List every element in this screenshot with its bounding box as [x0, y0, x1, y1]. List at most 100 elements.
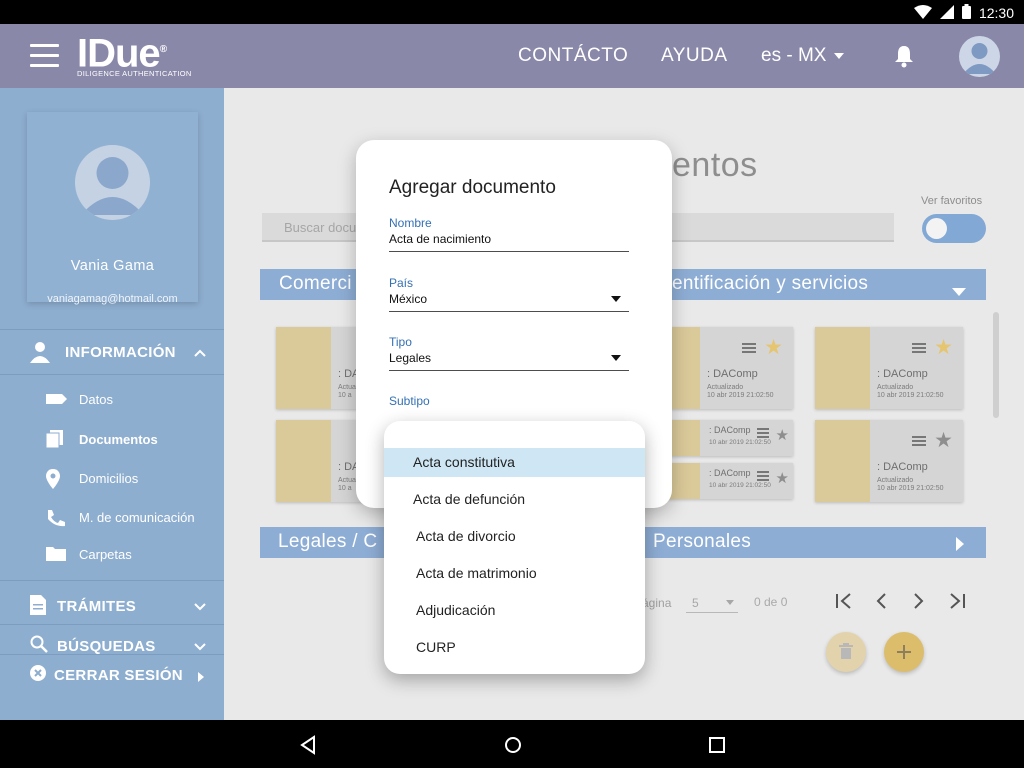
bell-icon[interactable]: [893, 44, 915, 68]
status-bar: 12:30: [0, 0, 1024, 24]
back-icon[interactable]: [298, 734, 320, 756]
first-page-icon[interactable]: [833, 590, 855, 612]
menu-icon[interactable]: [912, 436, 926, 446]
section-label: CERRAR SESIÓN: [54, 667, 183, 684]
dropdown-option[interactable]: Adjudicación: [384, 596, 645, 625]
document-meta: Actualizado 10 abr 2019 21:02:50: [877, 477, 944, 492]
sidebar-item-label: M. de comunicación: [79, 510, 195, 525]
section-label: BÚSQUEDAS: [57, 638, 156, 655]
subtipo-dropdown-menu: Acta constitutiva Acta de defunción Acta…: [384, 421, 645, 674]
nav-contacto[interactable]: CONTÁCTO: [518, 45, 628, 67]
previous-page-icon[interactable]: [871, 590, 893, 612]
section-cerrar-sesion[interactable]: CERRAR SESIÓN: [0, 654, 224, 698]
category-label: entificación y servicios: [672, 273, 869, 294]
menu-icon[interactable]: [30, 44, 60, 68]
battery-icon: [961, 4, 971, 22]
section-label: INFORMACIÓN: [65, 344, 176, 361]
field-label: Subtipo: [389, 394, 430, 408]
menu-icon[interactable]: [757, 428, 769, 438]
android-nav-bar: [0, 720, 1024, 768]
recents-icon[interactable]: [706, 734, 728, 756]
chevron-down-icon: [952, 280, 966, 302]
field-label: Nombre: [389, 216, 432, 230]
dropdown-option[interactable]: Acta constitutiva: [384, 448, 645, 477]
star-icon[interactable]: ★: [934, 337, 953, 358]
chevron-down-icon: [194, 638, 206, 655]
chevron-down-icon: [611, 296, 621, 302]
menu-icon[interactable]: [912, 343, 926, 353]
sidebar-item-comunicacion[interactable]: M. de comunicación: [0, 499, 224, 535]
document-meta: Actualizado 10 abr 2019 21:02:50: [707, 384, 774, 399]
profile-avatar: [75, 145, 150, 220]
document-meta: Actua 10 a: [338, 477, 356, 492]
favorites-toggle[interactable]: [922, 214, 986, 243]
app-screen: 12:30 IDue® DILIGENCE AUTHENTICATION CON…: [0, 0, 1024, 768]
sidebar-item-domicilios[interactable]: Domicilios: [0, 460, 224, 496]
top-app-bar: IDue® DILIGENCE AUTHENTICATION CONTÁCTO …: [0, 24, 1024, 88]
section-tramites[interactable]: TRÁMITES: [0, 584, 224, 628]
chevron-right-icon: [198, 669, 204, 686]
page-title: entos: [672, 146, 758, 184]
scrollbar[interactable]: [993, 312, 999, 418]
field-value[interactable]: Acta de nacimiento: [389, 232, 629, 248]
dropdown-option[interactable]: Acta de divorcio: [384, 522, 645, 551]
field-value: México: [389, 292, 428, 306]
profile-name: Vania Gama: [70, 258, 155, 274]
add-button[interactable]: [884, 632, 924, 672]
toggle-knob: [926, 218, 947, 239]
sidebar-item-label: Carpetas: [79, 547, 132, 562]
nombre-field[interactable]: Nombre Acta de nacimiento: [389, 216, 629, 252]
document-thumbnail: [815, 327, 870, 409]
phone-icon: [46, 508, 66, 527]
star-icon[interactable]: ★: [776, 425, 789, 446]
menu-icon[interactable]: [742, 343, 756, 353]
star-icon[interactable]: ★: [776, 468, 789, 489]
category-label: Comerci: [279, 273, 352, 294]
page-size-value: 5: [692, 596, 699, 610]
menu-icon[interactable]: [757, 471, 769, 481]
section-informacion[interactable]: INFORMACIÓN: [0, 330, 224, 374]
home-icon[interactable]: [502, 734, 524, 756]
dropdown-option[interactable]: Acta de defunción: [384, 485, 645, 514]
document-card[interactable]: ★ : DAComp Actualizado 10 abr 2019 21:02:…: [815, 327, 963, 409]
document-card[interactable]: ★ : DAComp Actualizado 10 abr 2019 21:02:…: [815, 420, 963, 502]
sidebar-item-carpetas[interactable]: Carpetas: [0, 536, 224, 572]
pager-label: ágina: [642, 596, 672, 610]
divider: [0, 374, 224, 375]
star-icon[interactable]: ★: [764, 337, 783, 358]
logo-registered: ®: [159, 44, 167, 55]
nav-ayuda[interactable]: AYUDA: [661, 45, 728, 67]
document-meta: 10 abr 2019 21:02:50: [709, 482, 771, 489]
sidebar-item-documentos[interactable]: Documentos: [0, 421, 224, 457]
person-icon: [30, 341, 50, 367]
dropdown-option[interactable]: CURP: [384, 633, 645, 662]
tipo-select[interactable]: Tipo Legales: [389, 335, 629, 371]
pais-select[interactable]: País México: [389, 276, 629, 312]
divider: [0, 580, 224, 581]
category-label: Personales: [653, 531, 752, 552]
search-placeholder: Buscar docu: [284, 220, 357, 235]
document-title: : DAComp: [707, 368, 758, 380]
star-icon[interactable]: ★: [934, 430, 953, 451]
sidebar-item-datos[interactable]: Datos: [0, 381, 224, 417]
document-thumbnail: [276, 420, 331, 502]
app-logo: IDue® DILIGENCE AUTHENTICATION: [77, 32, 192, 78]
document-meta: Actua 10 a: [338, 384, 356, 399]
language-selector[interactable]: es - MX: [761, 45, 845, 67]
document-meta: Actualizado 10 abr 2019 21:02:50: [877, 384, 944, 399]
user-avatar[interactable]: [959, 36, 1000, 77]
field-underline: [389, 311, 629, 312]
chevron-down-icon: [834, 53, 845, 59]
favorites-label: Ver favoritos: [921, 195, 983, 207]
delete-button[interactable]: [826, 632, 866, 672]
folder-icon: [46, 545, 66, 563]
next-page-icon[interactable]: [907, 590, 929, 612]
document-meta: 10 abr 2019 21:02:50: [709, 439, 771, 446]
sidebar-item-label: Documentos: [79, 432, 158, 447]
sidebar: Vania Gama vaniagamag@hotmail.com INFORM…: [0, 88, 224, 720]
document-title: : DAComp: [877, 368, 928, 380]
last-page-icon[interactable]: [946, 590, 968, 612]
page-size-select[interactable]: 5: [686, 594, 738, 613]
dropdown-option[interactable]: Acta de matrimonio: [384, 559, 645, 588]
profile-card: Vania Gama vaniagamag@hotmail.com: [27, 112, 198, 305]
